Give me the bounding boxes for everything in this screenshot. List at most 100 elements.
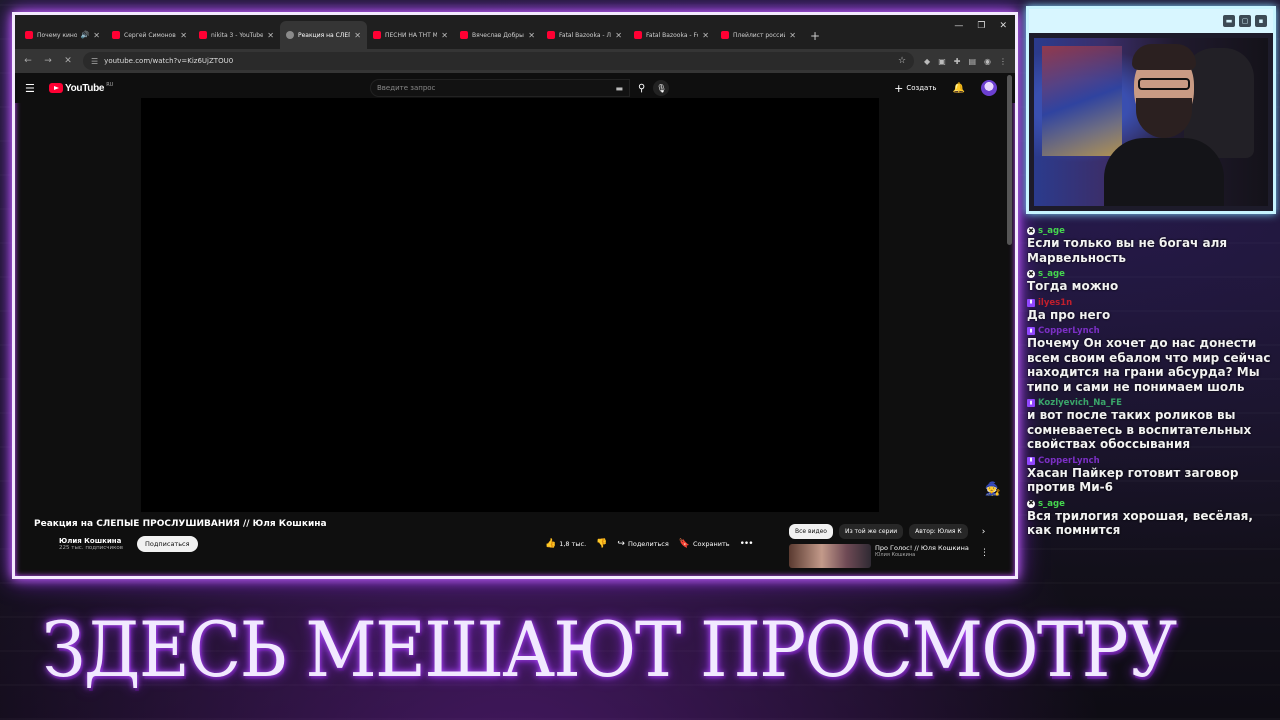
bookmark-icon: 🔖	[678, 539, 691, 549]
tab-title: Почему кино с	[37, 31, 77, 39]
tab-title: ПЕСНИ НА ТНТ МУ	[385, 31, 438, 39]
browser-tab[interactable]: ПЕСНИ НА ТНТ МУ ✕	[367, 21, 454, 49]
video-thumbnail[interactable]	[789, 544, 871, 568]
create-button[interactable]: + Создать	[894, 82, 936, 95]
microphone-icon[interactable]: 🎙	[653, 80, 670, 96]
recommended-video[interactable]: Про Голос! // Юля Кошкина Юлия Кошкина ⋮	[789, 544, 989, 568]
search-input[interactable]: Введите запрос ▬	[370, 79, 630, 97]
chip-author[interactable]: Автор: Юлия К	[909, 524, 968, 539]
hamburger-menu-icon[interactable]: ☰	[25, 82, 45, 95]
channel-info[interactable]: Юлия Кошкина 225 тыс. подписчиков	[59, 537, 123, 551]
close-tab-icon[interactable]: ✕	[354, 31, 361, 40]
chat-username-row: ▮ ilyes1n	[1027, 298, 1277, 308]
create-label: Создать	[906, 84, 937, 92]
url-text: youtube.com/watch?v=Kiz6UjZTOU0	[104, 57, 234, 65]
new-tab-icon[interactable]: +	[802, 29, 828, 49]
browser-tab[interactable]: Сергей Симонов - ✕	[106, 21, 193, 49]
close-tab-icon[interactable]: ✕	[267, 31, 274, 40]
glasses	[1138, 78, 1190, 90]
recommended-channel: Юлия Кошкина	[875, 552, 916, 558]
youtube-favicon-icon	[25, 31, 33, 39]
loading-favicon-icon	[286, 31, 294, 39]
chat-text: Вся трилогия хорошая, весёлая, как помни…	[1027, 508, 1253, 538]
chat-username-row: ▮ CopperLynch	[1027, 456, 1277, 466]
chevron-right-icon[interactable]: ›	[982, 527, 986, 537]
kebab-menu-icon[interactable]: ⋮	[980, 548, 989, 558]
search-icon[interactable]: ⚲	[638, 83, 645, 94]
subscriber-count: 225 тыс. подписчиков	[59, 545, 124, 551]
thumbs-up-icon: 👍	[545, 539, 557, 549]
avatar[interactable]	[981, 80, 997, 96]
close-tab-icon[interactable]: ✕	[615, 31, 622, 40]
video-player[interactable]	[141, 98, 879, 512]
dislike-button[interactable]: 👎	[596, 539, 607, 549]
youtube-favicon-icon	[547, 31, 555, 39]
browser-menu-icon[interactable]: ⋮	[999, 57, 1007, 66]
logo-text: YouTube	[65, 82, 105, 94]
video-actions: 👍 1,8 тыс. 👎 ↪ Поделиться 🔖 Сохранить ••…	[545, 539, 754, 549]
browser-tab[interactable]: Вячеслав Добрын ✕	[454, 21, 541, 49]
sidebar-icon[interactable]: ▤	[968, 57, 976, 66]
chat-message: ▮ Kozlyevich_Na_FE и вот после таких рол…	[1027, 398, 1277, 452]
youtube-favicon-icon	[199, 31, 207, 39]
save-button[interactable]: 🔖 Сохранить	[679, 539, 730, 549]
site-settings-icon[interactable]: ☰	[91, 57, 98, 66]
minimize-icon[interactable]: —	[954, 21, 963, 31]
recommended-title[interactable]: Про Голос! // Юля Кошкина	[875, 544, 969, 552]
close-tab-icon[interactable]: ✕	[441, 31, 448, 40]
close-tab-icon[interactable]: ✕	[528, 31, 535, 40]
chat-text: Хасан Пайкер готовит заговор против Ми-6	[1027, 465, 1239, 495]
chat-text: и вот после таких роликов вы сомневаетес…	[1027, 408, 1252, 451]
forward-icon[interactable]: →	[43, 56, 53, 66]
puzzle-icon[interactable]: ✚	[954, 57, 961, 66]
browser-tab[interactable]: Fatal Bazooka - Fou ✕	[628, 21, 715, 49]
profile-icon[interactable]: ◉	[984, 57, 991, 66]
page-scrollbar[interactable]	[1007, 75, 1012, 245]
close-tab-icon[interactable]: ✕	[789, 31, 796, 40]
more-actions-icon[interactable]: •••	[740, 539, 754, 549]
chat-text: Почему Он хочет до нас донести всем свои…	[1027, 336, 1271, 394]
search-area: Введите запрос ▬ ⚲ 🎙	[370, 79, 670, 97]
keyboard-icon[interactable]: ▬	[615, 84, 623, 93]
browser-tab[interactable]: Плейлист российс ✕	[715, 21, 802, 49]
maximize-icon[interactable]: ❐	[977, 21, 985, 31]
chat-username: s_age	[1038, 269, 1065, 279]
close-tab-icon[interactable]: ✕	[93, 31, 100, 40]
twitch-icon: ▮	[1027, 456, 1035, 465]
chat-message: ✖ s_age Тогда можно	[1027, 269, 1277, 294]
url-field[interactable]: ☰ youtube.com/watch?v=Kiz6UjZTOU0 ☆	[83, 52, 915, 70]
browser-window: Почему кино с 🔊 ✕ Сергей Симонов - ✕ nik…	[12, 12, 1018, 579]
bookmark-star-icon[interactable]: ☆	[898, 56, 906, 66]
chip-all-videos[interactable]: Все видео	[789, 524, 833, 539]
browser-tab[interactable]: nikita 3 - YouTube ✕	[193, 21, 280, 49]
stop-loading-icon[interactable]: ✕	[63, 56, 73, 66]
youtube-logo[interactable]: YouTube RU	[49, 82, 113, 94]
chat-username: s_age	[1038, 226, 1065, 236]
close-window-icon[interactable]: ✕	[999, 21, 1007, 31]
browser-tab[interactable]: Fatal Bazooka - Ла ✕	[541, 21, 628, 49]
chat-message: ✖ s_age Вся трилогия хорошая, весёлая, к…	[1027, 499, 1277, 538]
close-tab-icon[interactable]: ✕	[180, 31, 187, 40]
chat-message: ▮ CopperLynch Почему Он хочет до нас дон…	[1027, 326, 1277, 394]
tab-bar: Почему кино с 🔊 ✕ Сергей Симонов - ✕ nik…	[15, 15, 1015, 49]
close-tab-icon[interactable]: ✕	[702, 31, 709, 40]
close-icon: ▪	[1255, 15, 1267, 27]
speaker-icon[interactable]: 🔊	[81, 31, 90, 39]
subscribe-button[interactable]: Подписаться	[137, 536, 198, 552]
related-chips: Все видео Из той же серии Автор: Юлия К …	[789, 524, 985, 539]
streamer-body	[1104, 138, 1224, 206]
share-button[interactable]: ↪ Поделиться	[617, 539, 668, 549]
like-button[interactable]: 👍 1,8 тыс.	[545, 539, 586, 549]
browser-tab[interactable]: Почему кино с 🔊 ✕	[19, 21, 106, 49]
chip-same-series[interactable]: Из той же серии	[838, 524, 904, 539]
shield-icon[interactable]: ◆	[924, 57, 930, 66]
back-icon[interactable]: ←	[23, 56, 33, 66]
download-icon[interactable]: ▣	[938, 57, 946, 66]
youtube-favicon-icon	[634, 31, 642, 39]
notifications-bell-icon[interactable]: 🔔	[953, 83, 965, 94]
maximize-icon: ▢	[1239, 15, 1251, 27]
browser-tab-active[interactable]: Реакция на СЛЕПЫ ✕	[280, 21, 367, 49]
twitch-icon: ▮	[1027, 298, 1035, 307]
channel-name[interactable]: Юлия Кошкина	[59, 537, 123, 545]
chat-username-row: ▮ CopperLynch	[1027, 326, 1277, 336]
